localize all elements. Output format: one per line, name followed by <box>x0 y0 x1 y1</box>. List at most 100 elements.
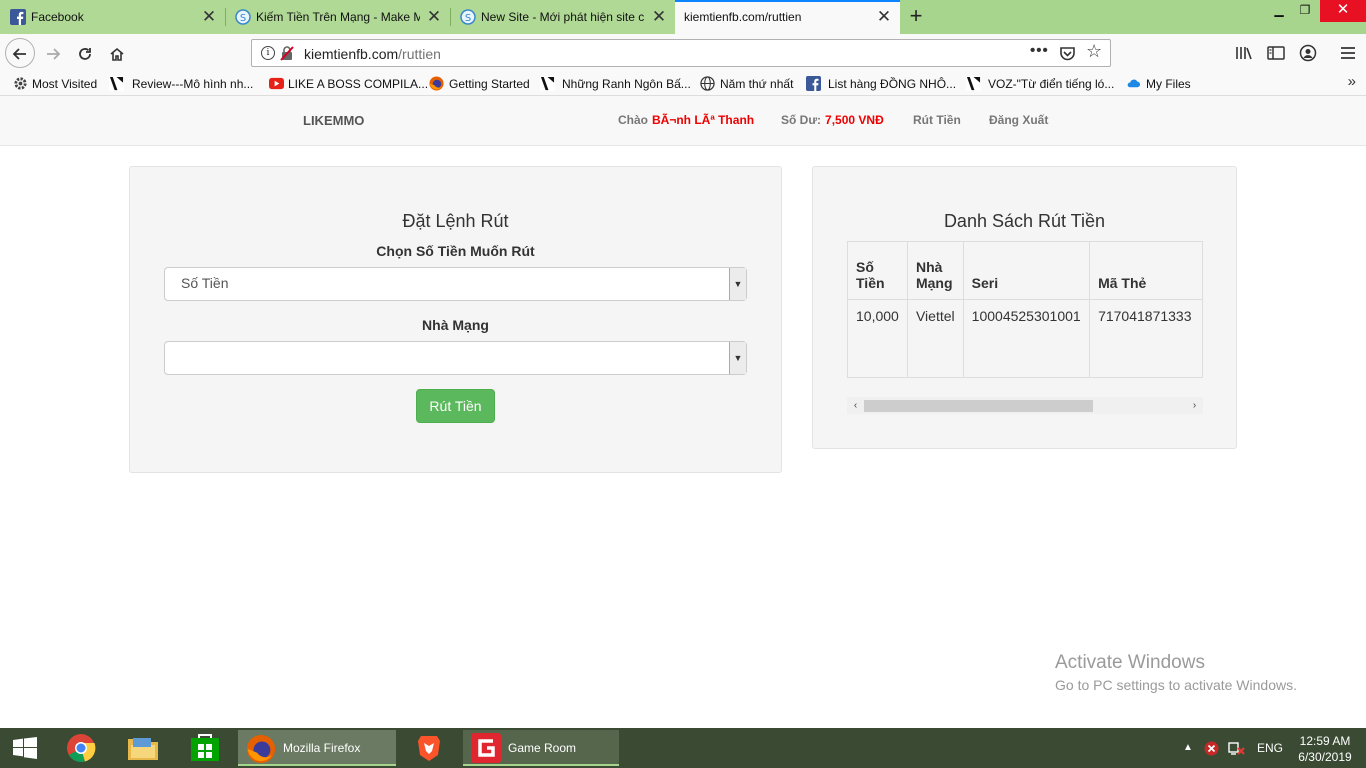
bookmark-nhung-ranh-ngon[interactable]: Những Ranh Ngôn Bấ... <box>540 76 691 92</box>
url-host: kiemtienfb.com <box>304 46 399 62</box>
antivirus-tray-icon[interactable] <box>1204 741 1219 756</box>
close-icon[interactable]: ✕ <box>201 0 217 34</box>
chevron-double-right-icon[interactable]: » <box>1348 73 1356 90</box>
url-path: /ruttien <box>398 46 441 62</box>
site-brand[interactable]: LIKEMMO <box>303 113 364 128</box>
taskbar-app-label: Game Room <box>508 741 577 755</box>
amount-select[interactable]: Số Tiền ▼ <box>164 267 747 301</box>
taskbar-firefox[interactable]: Mozilla Firefox <box>238 730 396 766</box>
windows-start-icon[interactable] <box>13 737 37 759</box>
bookmark-my-files[interactable]: My Files <box>1126 76 1191 92</box>
user-greeting: Chào BÃ¬nh LÃª Thanh <box>618 113 754 127</box>
library-icon[interactable] <box>1235 45 1253 61</box>
home-button[interactable] <box>102 38 132 68</box>
tab-label: Facebook <box>31 10 84 24</box>
firefox-icon <box>246 734 276 764</box>
reload-icon <box>79 48 91 61</box>
system-clock[interactable]: 12:59 AM 6/30/2019 <box>1290 733 1360 765</box>
new-tab-button[interactable]: + <box>904 4 928 28</box>
bookmark-most-visited[interactable]: Most Visited <box>13 76 97 92</box>
sidebar-icon[interactable] <box>1267 45 1285 61</box>
home-icon <box>110 48 124 62</box>
activate-windows-watermark: Activate Windows Go to PC settings to ac… <box>1055 652 1297 693</box>
url-text[interactable]: kiemtienfb.com/ruttien <box>304 46 441 62</box>
nav-logout-link[interactable]: Đăng Xuất <box>989 113 1048 127</box>
chevron-down-icon[interactable]: ▼ <box>729 342 746 374</box>
nav-withdraw-link[interactable]: Rút Tiền <box>913 113 961 127</box>
window-close-button[interactable]: ✕ <box>1320 0 1366 22</box>
bookmark-star-icon[interactable]: ☆ <box>1086 41 1102 62</box>
file-explorer-icon[interactable] <box>127 735 159 761</box>
insecure-lock-icon[interactable] <box>280 45 294 61</box>
tab-facebook[interactable]: Facebook ✕ <box>0 0 225 34</box>
watermark-line1: Activate Windows <box>1055 652 1205 673</box>
network-label: Nhà Mạng <box>422 317 489 333</box>
site-navbar: LIKEMMO Chào BÃ¬nh LÃª Thanh Số Dư: 7,500 … <box>0 96 1366 146</box>
user-name: BÃ¬nh LÃª Thanh <box>652 113 755 127</box>
firefox-icon <box>429 76 444 91</box>
pocket-icon[interactable] <box>1059 45 1076 62</box>
col-network: Nhà Mạng <box>906 241 964 300</box>
taskbar-game-room[interactable]: Game Room <box>463 730 619 766</box>
greeting-label: Chào <box>618 113 648 127</box>
youtube-icon <box>269 77 284 90</box>
windows-store-icon[interactable] <box>190 734 220 762</box>
page-actions-icon[interactable]: ••• <box>1030 42 1049 59</box>
clock-date: 6/30/2019 <box>1298 750 1352 764</box>
vip-logo-icon <box>540 76 555 91</box>
network-select[interactable]: ▼ <box>164 341 747 375</box>
info-icon[interactable]: i <box>261 46 275 60</box>
brave-icon[interactable] <box>414 733 444 763</box>
scroll-right-icon[interactable]: › <box>1186 397 1203 414</box>
facebook-icon <box>10 9 26 25</box>
table-header-row: Số Tiền Nhà Mạng Seri Mã Thẻ <box>847 241 1203 300</box>
balance-label: Số Dư: <box>781 113 822 127</box>
forward-button[interactable] <box>38 38 68 68</box>
back-button[interactable] <box>5 38 35 68</box>
reload-button[interactable] <box>70 38 100 68</box>
horizontal-scrollbar[interactable]: ‹ › <box>847 397 1203 414</box>
tab-kiem-tien[interactable]: S Kiếm Tiền Trên Mạng - Make M ✕ <box>225 0 450 34</box>
account-icon[interactable] <box>1299 44 1317 62</box>
menu-icon[interactable] <box>1340 45 1356 61</box>
close-icon[interactable]: ✕ <box>651 0 667 34</box>
bookmark-list-hang[interactable]: List hàng ĐỒNG NHÔ... <box>806 76 956 92</box>
bookmark-label: Những Ranh Ngôn Bấ... <box>562 77 691 91</box>
address-bar[interactable]: i kiemtienfb.com/ruttien ••• ☆ <box>251 39 1111 67</box>
close-icon[interactable]: ✕ <box>876 2 892 32</box>
close-icon[interactable]: ✕ <box>426 0 442 34</box>
col-card-code-label: Mã Thẻ <box>1098 275 1147 291</box>
col-serial: Seri <box>962 241 1091 300</box>
taskbar-app-label: Mozilla Firefox <box>283 741 361 755</box>
tab-ruttien[interactable]: kiemtienfb.com/ruttien ✕ <box>675 0 900 34</box>
scroll-left-icon[interactable]: ‹ <box>847 397 864 414</box>
network-disconnected-icon[interactable] <box>1228 740 1246 757</box>
svg-text:S: S <box>465 13 471 24</box>
chevron-down-icon[interactable]: ▼ <box>729 268 746 300</box>
withdraw-submit-button[interactable]: Rút Tiền <box>416 389 495 423</box>
back-arrow-icon <box>12 48 26 60</box>
amount-label: Chọn Số Tiền Muốn Rút <box>376 243 535 259</box>
col-card-code: Mã Thẻ <box>1089 241 1203 300</box>
bookmark-getting-started[interactable]: Getting Started <box>429 76 530 92</box>
table-scroll-container[interactable]: Số Tiền Nhà Mạng Seri Mã Thẻ 10,000 Viet… <box>847 241 1203 419</box>
bookmark-voz[interactable]: VOZ-"Từ điển tiếng ló... <box>966 76 1114 92</box>
amount-select-value: Số Tiền <box>181 275 229 291</box>
bookmark-label: Năm thứ nhất <box>720 77 794 91</box>
restore-button[interactable]: ❐ <box>1288 0 1322 22</box>
bookmark-nam-thu-nhat[interactable]: Năm thứ nhất <box>700 76 793 92</box>
language-indicator[interactable]: ENG <box>1257 728 1283 768</box>
tab-new-site[interactable]: S New Site - Mới phát hiện site c ✕ <box>450 0 675 34</box>
watermark-line2: Go to PC settings to activate Windows. <box>1055 677 1297 693</box>
chrome-icon[interactable] <box>66 733 96 763</box>
tab-strip: Facebook ✕ S Kiếm Tiền Trên Mạng - Make … <box>0 0 1366 34</box>
bookmark-like-a-boss[interactable]: LIKE A BOSS COMPILA... <box>269 76 428 92</box>
scrollbar-thumb[interactable] <box>864 400 1093 412</box>
facebook-icon <box>806 76 821 91</box>
col-serial-label: Seri <box>971 275 999 291</box>
clock-time: 12:59 AM <box>1299 734 1351 748</box>
col-amount: Số Tiền <box>847 241 908 300</box>
gear-icon <box>14 77 27 90</box>
tray-overflow-icon[interactable]: ▲ <box>1183 728 1193 768</box>
bookmark-review[interactable]: Review---Mô hình nh... <box>109 76 253 92</box>
